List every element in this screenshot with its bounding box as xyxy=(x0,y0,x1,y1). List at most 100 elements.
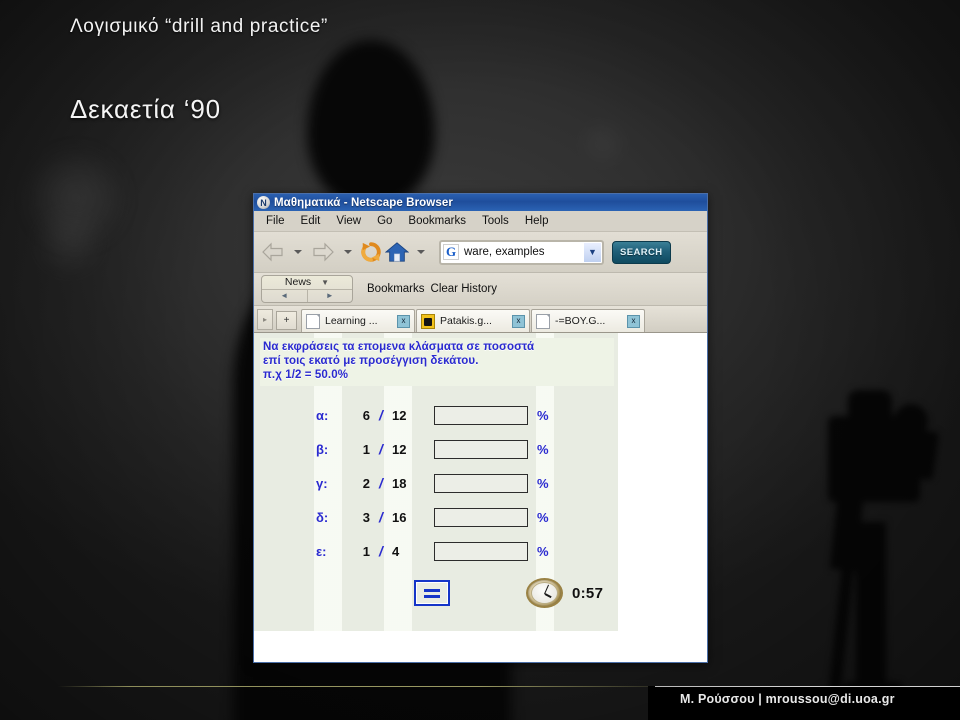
tab-scroll-icon[interactable]: ▸ xyxy=(257,309,273,330)
netscape-logo-icon: N xyxy=(257,196,270,209)
back-dropdown-icon[interactable] xyxy=(294,250,302,254)
page-icon xyxy=(306,313,320,329)
page-subtitle: Δεκαετία ‘90 xyxy=(70,94,221,124)
menu-item-help[interactable]: Help xyxy=(525,215,549,227)
timer-value: 0:57 xyxy=(572,584,604,602)
tab-label: -=BOY.G... xyxy=(555,315,606,327)
exercise-row: γ: 2 / 18 % xyxy=(254,466,618,500)
close-icon[interactable]: x xyxy=(627,314,640,328)
search-engine-dropdown-icon[interactable]: ▼ xyxy=(584,242,601,262)
clear-history-link[interactable]: Clear History xyxy=(431,283,497,295)
instruction-line-2: επί τοις εκατό με προσέγγιση δεκάτου. xyxy=(263,355,479,367)
percent-label: % xyxy=(537,475,549,491)
bookmarks-toolbar: News ▼ ◄ ► Bookmarks Clear History xyxy=(254,273,707,306)
answer-input[interactable] xyxy=(434,541,528,561)
home-dropdown-icon[interactable] xyxy=(417,250,425,254)
news-dropdown-icon[interactable]: ▼ xyxy=(321,278,329,287)
denominator: 18 xyxy=(392,475,407,491)
forward-dropdown-icon[interactable] xyxy=(344,250,352,254)
exercise-list: α: 6 / 12 % β: 1 / 12 % γ: 2 / 18 % δ: 3… xyxy=(254,398,618,568)
tab-patakis[interactable]: Patakis.g... x xyxy=(416,309,530,332)
percent-label: % xyxy=(537,543,549,559)
news-prev-icon[interactable]: ◄ xyxy=(262,290,307,303)
exercise-label: ε: xyxy=(316,543,327,559)
menu-item-tools[interactable]: Tools xyxy=(482,215,509,227)
browser-window: N Μαθηματικά - Netscape Browser File Edi… xyxy=(253,193,708,663)
bookmarks-link[interactable]: Bookmarks xyxy=(367,283,425,295)
exercise-label: γ: xyxy=(316,475,328,491)
percent-label: % xyxy=(537,407,549,423)
fraction-slash-icon: / xyxy=(379,407,383,423)
search-box[interactable]: G ▼ xyxy=(439,239,604,265)
percent-label: % xyxy=(537,441,549,457)
window-title: Μαθηματικά - Netscape Browser xyxy=(274,196,453,209)
close-icon[interactable]: x xyxy=(512,314,525,328)
tab-label: Patakis.g... xyxy=(440,315,492,327)
menu-item-view[interactable]: View xyxy=(336,215,361,227)
browser-titlebar: N Μαθηματικά - Netscape Browser xyxy=(254,194,707,211)
instruction-text: Να εκφράσεις τα επομενα κλάσματα σε ποσο… xyxy=(260,338,614,386)
numerator: 1 xyxy=(362,543,370,559)
reload-icon[interactable] xyxy=(360,241,382,263)
slide: Λογισμικό “drill and practice” Δεκαετία … xyxy=(0,0,960,720)
answer-input[interactable] xyxy=(434,473,528,493)
footer-divider-right xyxy=(655,686,960,687)
google-icon: G xyxy=(443,244,459,260)
instruction-line-1: Να εκφράσεις τα επομενα κλάσματα σε ποσο… xyxy=(263,341,535,353)
denominator: 16 xyxy=(392,509,407,525)
page-title: Λογισμικό “drill and practice” xyxy=(70,16,328,37)
tab-boy[interactable]: -=BOY.G... x xyxy=(531,309,645,332)
instruction-line-3: π.χ 1/2 = 50.0% xyxy=(263,369,349,381)
close-icon[interactable]: x xyxy=(397,314,410,328)
percent-label: % xyxy=(537,509,549,525)
timer-area: 0:57 xyxy=(526,578,603,608)
answer-input[interactable] xyxy=(434,507,528,527)
numerator: 6 xyxy=(362,407,370,423)
exercise-row: β: 1 / 12 % xyxy=(254,432,618,466)
home-icon[interactable] xyxy=(385,241,409,263)
page-content: Να εκφράσεις τα επομενα κλάσματα σε ποσο… xyxy=(254,333,707,662)
denominator: 12 xyxy=(392,441,407,457)
site-icon xyxy=(421,313,435,329)
analog-clock-icon xyxy=(526,578,563,608)
news-next-icon[interactable]: ► xyxy=(306,289,353,302)
answer-input[interactable] xyxy=(434,405,528,425)
denominator: 12 xyxy=(392,407,407,423)
page-icon xyxy=(536,313,550,329)
exercise-row: δ: 3 / 16 % xyxy=(254,500,618,534)
math-exercise-applet: Να εκφράσεις τα επομενα κλάσματα σε ποσο… xyxy=(254,333,618,631)
menu-item-file[interactable]: File xyxy=(266,215,285,227)
exercise-row: α: 6 / 12 % xyxy=(254,398,618,432)
equals-icon[interactable] xyxy=(414,580,450,606)
forward-arrow-icon[interactable] xyxy=(310,240,336,264)
new-tab-button[interactable]: + xyxy=(276,311,297,330)
applet-bottom-bar: 0:57 xyxy=(254,578,618,608)
exercise-label: α: xyxy=(316,407,329,423)
exercise-label: δ: xyxy=(316,509,329,525)
navigation-toolbar: G ▼ SEARCH xyxy=(254,232,707,273)
footer-credit: Μ. Ρούσσου | mroussou@di.uoa.gr xyxy=(680,692,895,706)
menu-item-go[interactable]: Go xyxy=(377,215,392,227)
tab-learning[interactable]: Learning ... x xyxy=(301,309,415,332)
menu-item-edit[interactable]: Edit xyxy=(301,215,321,227)
exercise-label: β: xyxy=(316,441,329,457)
news-widget[interactable]: News ▼ ◄ ► xyxy=(261,275,353,303)
numerator: 2 xyxy=(362,475,370,491)
tab-label: Learning ... xyxy=(325,315,378,327)
fraction-slash-icon: / xyxy=(379,509,383,525)
menu-item-bookmarks[interactable]: Bookmarks xyxy=(408,215,466,227)
fraction-slash-icon: / xyxy=(379,475,383,491)
denominator: 4 xyxy=(392,543,400,559)
news-widget-label: News xyxy=(284,276,312,289)
menu-bar: File Edit View Go Bookmarks Tools Help xyxy=(254,211,707,232)
search-button[interactable]: SEARCH xyxy=(612,240,671,264)
search-input[interactable] xyxy=(462,245,584,259)
fraction-slash-icon: / xyxy=(379,441,383,457)
numerator: 1 xyxy=(362,441,370,457)
exercise-row: ε: 1 / 4 % xyxy=(254,534,618,568)
fraction-slash-icon: / xyxy=(379,543,383,559)
numerator: 3 xyxy=(362,509,370,525)
answer-input[interactable] xyxy=(434,439,528,459)
back-arrow-icon[interactable] xyxy=(260,240,286,264)
tab-bar: ▸ + Learning ... x Patakis.g... x -=BOY.… xyxy=(254,306,707,333)
